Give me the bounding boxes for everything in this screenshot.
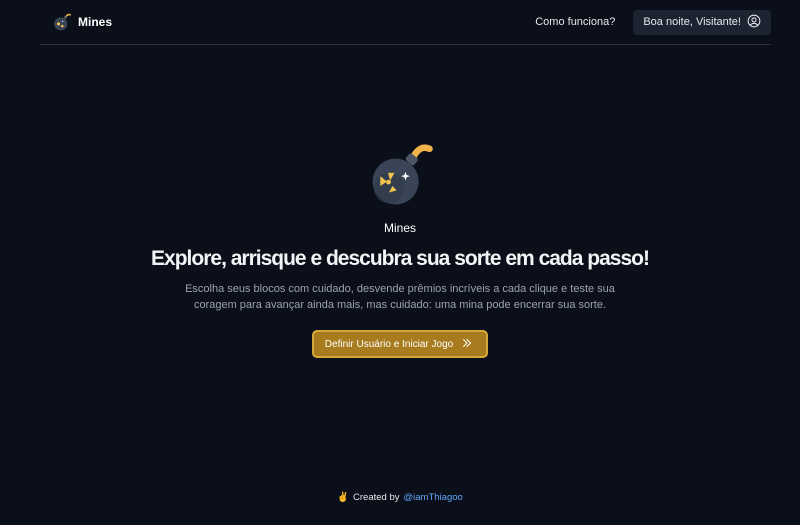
top-nav: Como funciona? Boa noite, Visitante! — [535, 9, 771, 35]
created-by-text: Created by — [353, 492, 400, 503]
how-it-works-link[interactable]: Como funciona? — [535, 16, 615, 28]
bomb-icon — [52, 12, 72, 32]
hero-section: Mines Explore, arrisque e descubra sua s… — [0, 140, 800, 358]
hero-headline: Explore, arrisque e descubra sua sorte e… — [151, 247, 650, 270]
start-game-label: Definir Usuário e Iniciar Jogo — [324, 338, 454, 350]
page: Mines Como funciona? Boa noite, Visitant… — [0, 0, 800, 525]
author-link[interactable]: @iamThiagoo — [404, 492, 463, 503]
brand-logo-link[interactable]: Mines — [52, 12, 112, 32]
user-greeting-button[interactable]: Boa noite, Visitante! — [633, 9, 771, 35]
hero-description: Escolha seus blocos com cuidado, desvend… — [185, 283, 615, 311]
victory-hand-icon: ✌️ — [337, 492, 350, 503]
top-header: Mines Como funciona? Boa noite, Visitant… — [40, 0, 771, 45]
user-greeting-label: Boa noite, Visitante! — [643, 16, 741, 28]
double-chevron-right-icon — [461, 337, 473, 352]
footer: ✌️ Created by @iamThiagoo — [0, 492, 800, 503]
brand-name: Mines — [78, 15, 113, 29]
bomb-hero-icon — [365, 140, 435, 215]
user-circle-icon — [747, 14, 761, 31]
hero-title: Mines — [383, 221, 416, 235]
start-game-button[interactable]: Definir Usuário e Iniciar Jogo — [311, 330, 489, 358]
